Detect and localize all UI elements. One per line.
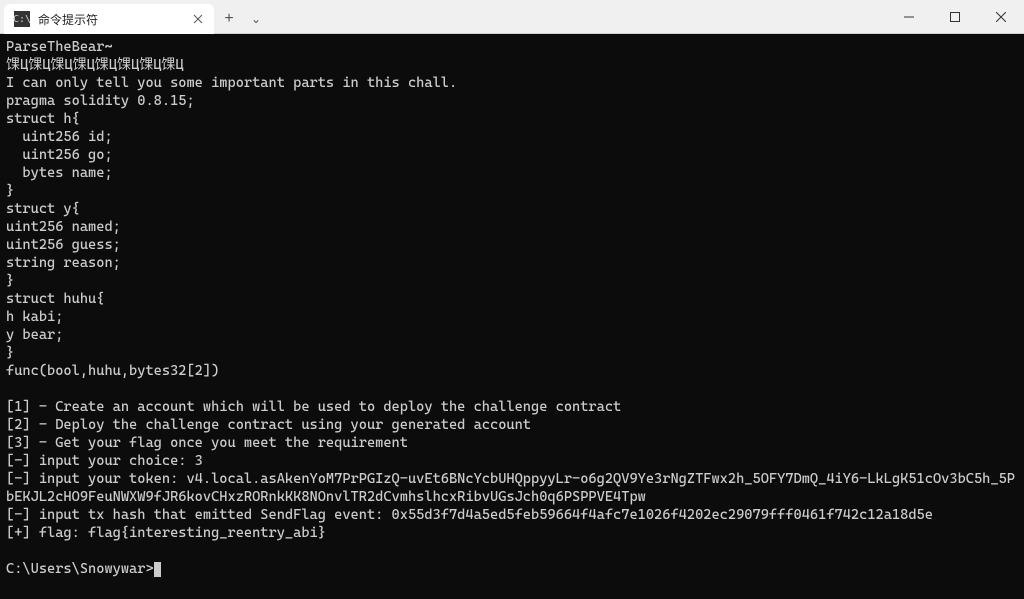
cursor xyxy=(154,562,161,577)
minimize-button[interactable] xyxy=(886,0,932,33)
terminal-line: 馃Ц馃Ц馃Ц馃Ц馃Ц馃Ц馃Ц馃Ц xyxy=(6,56,1018,74)
terminal-line: } xyxy=(6,182,1018,200)
terminal-line: func(bool,huhu,bytes32[2]) xyxy=(6,362,1018,380)
terminal-line: } xyxy=(6,272,1018,290)
terminal-line: [-] input your token: v4.local.asAkenYoM… xyxy=(6,470,1018,506)
terminal-icon: C:\ xyxy=(14,11,30,27)
tab-dropdown-button[interactable]: ⌄ xyxy=(244,4,268,33)
maximize-button[interactable] xyxy=(932,0,978,33)
terminal-line: string reason; xyxy=(6,254,1018,272)
terminal-line: } xyxy=(6,344,1018,362)
terminal-line: uint256 go; xyxy=(6,146,1018,164)
terminal-line: struct huhu{ xyxy=(6,290,1018,308)
terminal-line: pragma solidity 0.8.15; xyxy=(6,92,1018,110)
close-tab-button[interactable] xyxy=(190,11,206,27)
terminal-line: [3] - Get your flag once you meet the re… xyxy=(6,434,1018,452)
terminal-line xyxy=(6,380,1018,398)
title-bar-drag-area[interactable] xyxy=(268,0,886,33)
terminal-line: bytes name; xyxy=(6,164,1018,182)
terminal-output[interactable]: ParseTheBear~馃Ц馃Ц馃Ц馃Ц馃Ц馃Ц馃Ц馃ЦI can only … xyxy=(0,34,1024,599)
window-controls xyxy=(886,0,1024,33)
add-tab-button[interactable]: + xyxy=(214,4,244,33)
terminal-line: uint256 guess; xyxy=(6,236,1018,254)
terminal-line: [-] input your choice: 3 xyxy=(6,452,1018,470)
tab-title: 命令提示符 xyxy=(38,11,182,28)
terminal-line: struct y{ xyxy=(6,200,1018,218)
terminal-line: uint256 named; xyxy=(6,218,1018,236)
terminal-line: [1] - Create an account which will be us… xyxy=(6,398,1018,416)
prompt-text: C:\Users\Snowywar> xyxy=(6,560,154,578)
terminal-line: h kabi; xyxy=(6,308,1018,326)
terminal-line: y bear; xyxy=(6,326,1018,344)
terminal-line: [-] input tx hash that emitted SendFlag … xyxy=(6,506,1018,524)
terminal-line: [2] - Deploy the challenge contract usin… xyxy=(6,416,1018,434)
terminal-line: [+] flag: flag{interesting_reentry_abi} xyxy=(6,524,1018,542)
title-bar: C:\ 命令提示符 + ⌄ xyxy=(0,0,1024,34)
terminal-line xyxy=(6,542,1018,560)
terminal-line: ParseTheBear~ xyxy=(6,38,1018,56)
terminal-line: uint256 id; xyxy=(6,128,1018,146)
terminal-prompt[interactable]: C:\Users\Snowywar> xyxy=(6,560,1018,578)
tab-active[interactable]: C:\ 命令提示符 xyxy=(4,4,214,34)
terminal-line: I can only tell you some important parts… xyxy=(6,74,1018,92)
terminal-line: struct h{ xyxy=(6,110,1018,128)
close-window-button[interactable] xyxy=(978,0,1024,33)
